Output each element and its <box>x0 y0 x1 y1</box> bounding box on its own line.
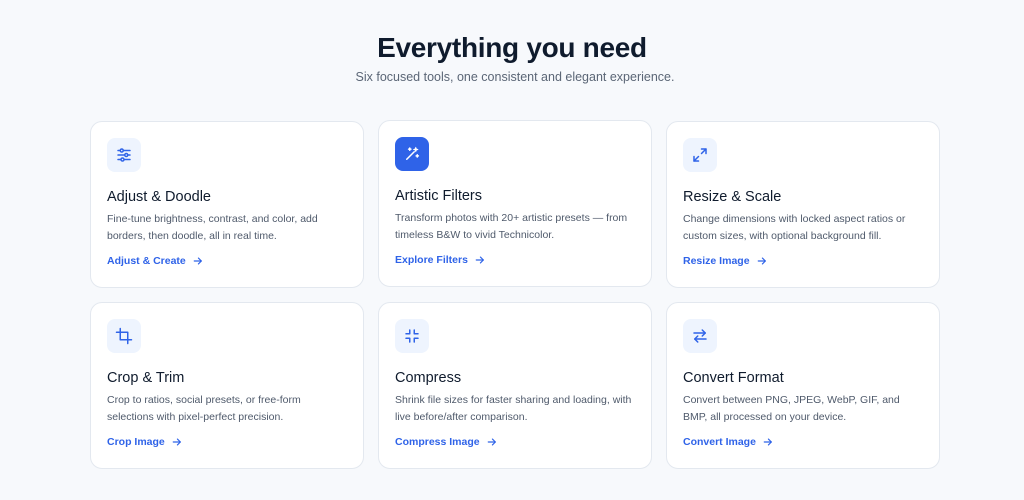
section-subtitle: Six focused tools, one consistent and el… <box>355 70 675 84</box>
compress-arrows-icon <box>395 319 429 353</box>
tool-card-artistic-filters: Artistic Filters Transform photos with 2… <box>378 120 652 287</box>
tool-title: Compress <box>395 370 462 386</box>
convert-image-link[interactable]: Convert Image <box>683 435 773 449</box>
expand-arrows-icon <box>683 138 717 172</box>
link-label: Convert Image <box>683 436 756 448</box>
arrow-right-icon <box>172 438 181 446</box>
swap-arrows-icon <box>683 319 717 353</box>
resize-image-link[interactable]: Resize Image <box>683 254 767 268</box>
link-label: Crop Image <box>107 436 165 448</box>
tool-description: Shrink file sizes for faster sharing and… <box>395 394 632 423</box>
section-title: Everything you need <box>377 32 647 63</box>
tool-description: Transform photos with 20+ artistic prese… <box>395 212 628 241</box>
tool-description: Change dimensions with locked aspect rat… <box>683 213 906 242</box>
link-label: Compress Image <box>395 436 480 448</box>
tool-description: Crop to ratios, social presets, or free-… <box>107 394 301 423</box>
explore-filters-link[interactable]: Explore Filters <box>395 253 485 267</box>
arrow-right-icon <box>475 256 484 264</box>
magic-wand-icon <box>395 137 429 171</box>
arrow-right-icon <box>763 438 772 446</box>
tool-title: Adjust & Doodle <box>107 189 211 205</box>
tool-card-convert-format: Convert Format Convert between PNG, JPEG… <box>666 302 940 469</box>
compress-image-link[interactable]: Compress Image <box>395 435 497 449</box>
features-section: Everything you need Six focused tools, o… <box>0 0 1024 500</box>
tool-title: Crop & Trim <box>107 370 185 386</box>
tool-title: Convert Format <box>683 370 784 386</box>
arrow-right-icon <box>193 257 202 265</box>
tool-description: Convert between PNG, JPEG, WebP, GIF, an… <box>683 394 900 423</box>
tool-description: Fine-tune brightness, contrast, and colo… <box>107 213 318 242</box>
tool-title: Resize & Scale <box>683 189 782 205</box>
crop-icon <box>107 319 141 353</box>
tool-card-compress: Compress Shrink file sizes for faster sh… <box>378 302 652 469</box>
link-label: Adjust & Create <box>107 255 186 267</box>
link-label: Resize Image <box>683 255 750 267</box>
adjust-create-link[interactable]: Adjust & Create <box>107 254 203 268</box>
crop-image-link[interactable]: Crop Image <box>107 435 182 449</box>
link-label: Explore Filters <box>395 254 468 266</box>
tool-card-adjust-doodle: Adjust & Doodle Fine-tune brightness, co… <box>90 121 364 288</box>
tool-title: Artistic Filters <box>395 188 482 204</box>
sliders-icon <box>107 138 141 172</box>
arrow-right-icon <box>757 257 766 265</box>
tool-card-crop-trim: Crop & Trim Crop to ratios, social prese… <box>90 302 364 469</box>
tool-card-resize-scale: Resize & Scale Change dimensions with lo… <box>666 121 940 288</box>
arrow-right-icon <box>487 438 496 446</box>
